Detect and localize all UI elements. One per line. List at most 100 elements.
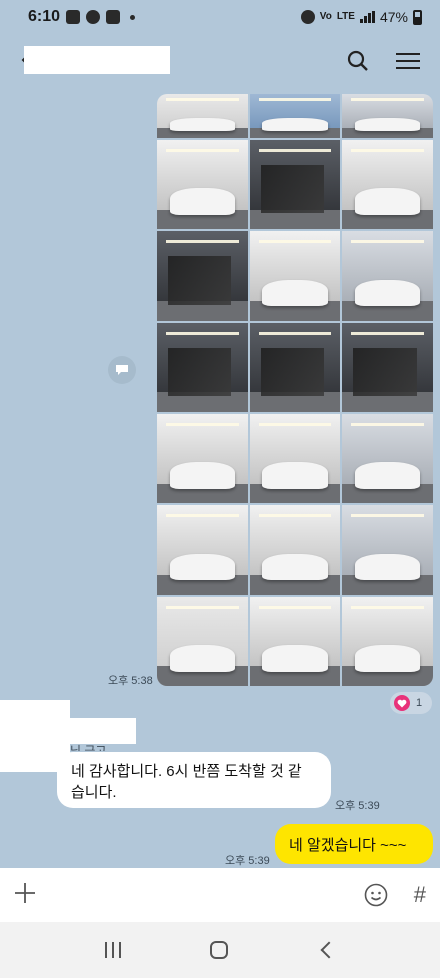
header-actions — [346, 49, 420, 73]
photo-light-strip — [166, 514, 239, 518]
photo-car — [262, 279, 328, 307]
share-button[interactable] — [108, 356, 136, 384]
photo-light-strip — [258, 240, 332, 244]
photo-car — [262, 462, 328, 490]
play-store-notification-icon — [106, 10, 121, 24]
photo-tint-film — [167, 256, 232, 305]
incoming-message-line-1: 네 감사합니다. 6시 반쯤 도착할 것 같 — [71, 763, 302, 780]
photo-light-strip — [166, 98, 239, 102]
photo-thumbnail[interactable] — [157, 322, 248, 412]
volte-label: Vo — [319, 11, 332, 22]
photo-car — [169, 462, 235, 490]
menu-icon[interactable] — [396, 49, 420, 73]
home-icon[interactable] — [209, 941, 228, 959]
gallery-notification-icon — [66, 10, 81, 24]
status-bar: 6:10 Vo LTE 47% — [0, 0, 440, 34]
photo-light-strip — [351, 240, 424, 244]
photo-light-strip — [258, 98, 332, 102]
status-time: 6:10 — [28, 8, 61, 25]
incoming-message-bubble[interactable]: 네 감사합니다. 6시 반쯤 도착할 것 같 습니다. — [57, 752, 331, 808]
photo-thumbnail[interactable] — [157, 414, 248, 504]
photo-thumbnail[interactable] — [249, 505, 341, 595]
message-input-bar: # — [0, 868, 440, 922]
photo-light-strip — [166, 331, 239, 335]
photo-light-strip — [166, 240, 239, 244]
photo-light-strip — [258, 422, 332, 426]
search-icon[interactable] — [346, 49, 370, 73]
photo-light-strip — [258, 605, 332, 609]
outgoing-message-bubble[interactable]: 네 알겠습니다 ~~~ — [275, 824, 433, 864]
photo-tint-film — [260, 347, 325, 396]
photo-car — [169, 188, 235, 216]
message-time: 오후 5:39 — [225, 855, 270, 867]
sender-name-redacted — [70, 718, 136, 744]
status-bar-right: Vo LTE 47% — [300, 9, 422, 25]
nav-back-icon[interactable] — [320, 941, 338, 959]
photo-thumbnail[interactable] — [342, 322, 433, 412]
photo-light-strip — [166, 422, 239, 426]
network-label: LTE — [336, 11, 355, 22]
photo-thumbnail[interactable] — [342, 414, 433, 504]
emoji-icon[interactable] — [364, 883, 388, 907]
photo-tint-film — [260, 165, 325, 214]
incoming-message-line-2: 습니다. — [71, 784, 117, 801]
hash-icon[interactable]: # — [414, 882, 426, 908]
photo-light-strip — [351, 98, 424, 102]
photo-thumbnail[interactable] — [249, 322, 341, 412]
talk-notification-icon — [86, 10, 101, 24]
photo-thumbnail[interactable] — [157, 140, 248, 230]
signal-icon — [359, 11, 375, 23]
photo-light-strip — [351, 331, 424, 335]
photo-car — [355, 188, 421, 216]
reaction-badge[interactable]: 1 — [390, 692, 432, 714]
photo-thumbnail[interactable] — [249, 414, 341, 504]
chat-title-redacted — [24, 46, 170, 74]
battery-percent: 47% — [379, 9, 408, 25]
photo-thumbnail[interactable] — [157, 596, 248, 686]
photo-album-message[interactable] — [157, 94, 433, 686]
photo-thumbnail[interactable] — [249, 140, 341, 230]
photo-tint-film — [353, 347, 417, 396]
photo-car — [355, 462, 421, 490]
photo-thumbnail[interactable] — [249, 94, 341, 138]
photo-car — [169, 117, 235, 131]
photo-light-strip — [258, 148, 332, 152]
message-time: 오후 5:39 — [335, 800, 380, 812]
photo-car — [355, 644, 421, 672]
photo-light-strip — [166, 148, 239, 152]
photo-car — [355, 553, 421, 581]
photo-thumbnail[interactable] — [249, 596, 341, 686]
status-bar-left: 6:10 — [28, 8, 136, 26]
photo-car — [262, 117, 328, 131]
photo-tint-film — [167, 347, 232, 396]
chat-header — [0, 34, 440, 88]
photo-thumbnail[interactable] — [249, 231, 341, 321]
photo-thumbnail[interactable] — [342, 596, 433, 686]
plus-icon[interactable] — [14, 878, 38, 912]
photo-car — [355, 279, 421, 307]
photo-light-strip — [166, 605, 239, 609]
photo-thumbnail[interactable] — [342, 231, 433, 321]
photo-thumbnail[interactable] — [342, 140, 433, 230]
photo-thumbnail[interactable] — [157, 505, 248, 595]
photo-thumbnail[interactable] — [157, 94, 248, 138]
photo-car — [169, 644, 235, 672]
photo-car — [355, 117, 421, 131]
photo-thumbnail[interactable] — [342, 94, 433, 138]
photo-car — [169, 553, 235, 581]
photo-car — [262, 644, 328, 672]
recents-icon[interactable] — [104, 942, 121, 958]
alarm-icon — [300, 10, 315, 24]
photo-thumbnail[interactable] — [342, 505, 433, 595]
photo-light-strip — [351, 605, 424, 609]
more-notifications-icon — [130, 14, 136, 20]
photo-thumbnail[interactable] — [157, 231, 248, 321]
input-actions: # — [364, 882, 426, 908]
system-nav-bar — [0, 922, 440, 978]
sender-name: 님 금고 — [70, 744, 107, 751]
photo-light-strip — [351, 148, 424, 152]
photo-light-strip — [351, 514, 424, 518]
photo-light-strip — [258, 514, 332, 518]
share-icon — [116, 365, 128, 375]
message-time: 오후 5:38 — [108, 675, 153, 687]
